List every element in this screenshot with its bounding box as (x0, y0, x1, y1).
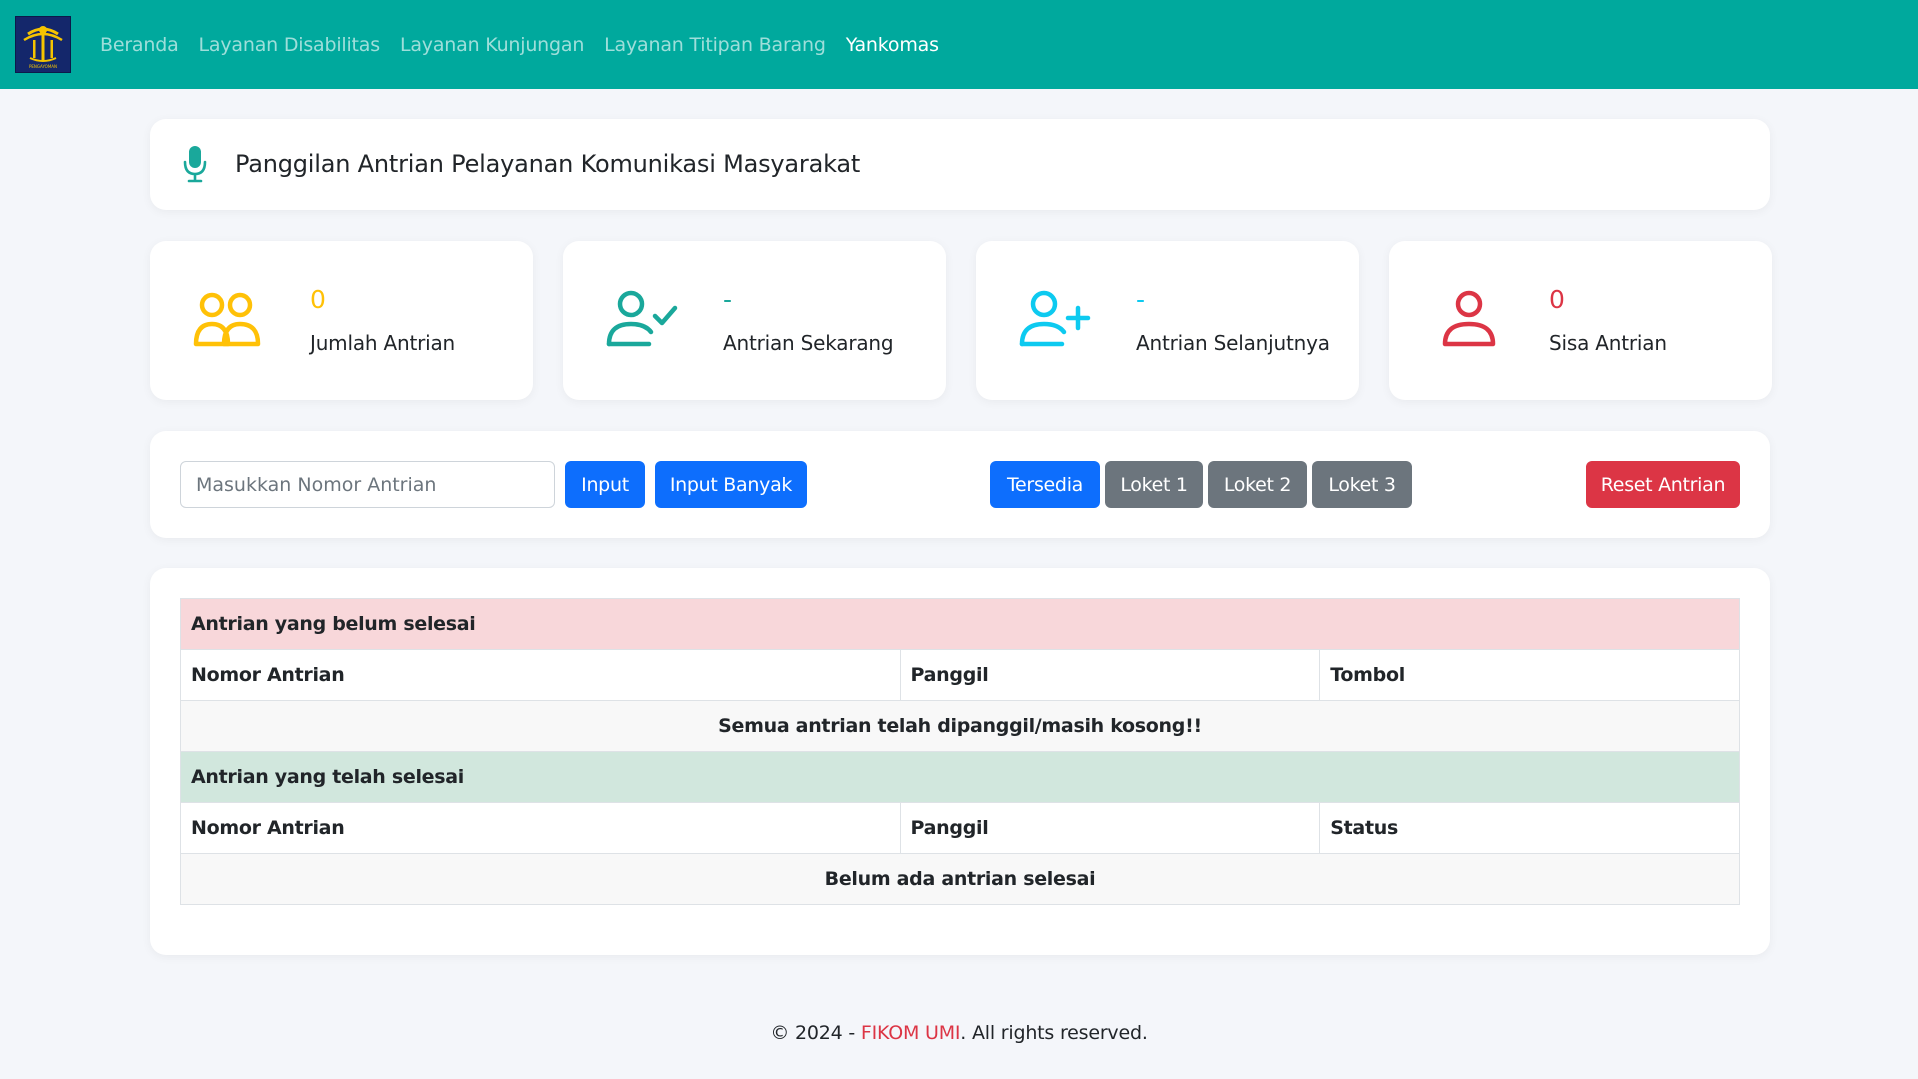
nav-item-beranda[interactable]: Beranda (100, 34, 179, 56)
footer-prefix: © 2024 - (770, 1022, 861, 1044)
queue-controls-card: Input Input Banyak Tersedia Loket 1 Loke… (150, 431, 1770, 538)
reset-queue-button[interactable]: Reset Antrian (1586, 461, 1740, 508)
column-header-nomor-antrian: Nomor Antrian (180, 802, 901, 854)
column-header-tombol: Tombol (1319, 649, 1740, 701)
column-header-panggil: Panggil (899, 649, 1321, 701)
column-header-panggil: Panggil (899, 802, 1321, 854)
queue-number-input[interactable] (180, 461, 555, 508)
done-section-title: Antrian yang telah selesai (180, 751, 1740, 803)
done-empty-row: Belum ada antrian selesai (180, 853, 1740, 905)
input-many-button[interactable]: Input Banyak (655, 461, 807, 508)
stat-value: 0 (1549, 285, 1565, 314)
person-check-icon (605, 290, 681, 354)
loket-2-button[interactable]: Loket 2 (1208, 461, 1307, 508)
pending-empty-row: Semua antrian telah dipanggil/masih koso… (180, 700, 1740, 752)
done-empty-message: Belum ada antrian selesai (180, 853, 1740, 905)
pending-section-title: Antrian yang belum selesai (180, 598, 1740, 650)
logo-text: PENGAYOMAN (29, 64, 57, 69)
page-title-card: Panggilan Antrian Pelayanan Komunikasi M… (150, 119, 1770, 210)
microphone-icon (182, 144, 208, 188)
queue-table-card: Antrian yang belum selesai Nomor Antrian… (150, 568, 1770, 955)
loket-3-button[interactable]: Loket 3 (1312, 461, 1412, 508)
pending-column-headers: Nomor Antrian Panggil Tombol (180, 649, 1740, 701)
queue-table: Antrian yang belum selesai Nomor Antrian… (180, 598, 1740, 905)
footer: © 2024 - FIKOM UMI. All rights reserved. (0, 1022, 1918, 1044)
stat-card-jumlah-antrian: 0 Jumlah Antrian (150, 241, 533, 400)
pending-empty-message: Semua antrian telah dipanggil/masih koso… (180, 700, 1740, 752)
pengayoman-logo[interactable]: PENGAYOMAN (15, 16, 71, 73)
stat-value: 0 (310, 285, 326, 314)
pending-section-header: Antrian yang belum selesai (180, 598, 1740, 650)
stat-label: Antrian Selanjutnya (1136, 331, 1330, 355)
stat-value: - (723, 285, 733, 314)
stat-card-antrian-selanjutnya: - Antrian Selanjutnya (976, 241, 1359, 400)
stat-label: Antrian Sekarang (723, 331, 894, 355)
footer-brand-link[interactable]: FIKOM UMI (861, 1022, 961, 1044)
page-title: Panggilan Antrian Pelayanan Komunikasi M… (235, 150, 861, 178)
loket-1-button[interactable]: Loket 1 (1105, 461, 1203, 508)
input-button[interactable]: Input (565, 461, 645, 508)
stat-value: - (1136, 285, 1146, 314)
column-header-status: Status (1319, 802, 1740, 854)
column-header-nomor-antrian: Nomor Antrian (180, 649, 901, 701)
nav-links: Beranda Layanan Disabilitas Layanan Kunj… (100, 0, 959, 89)
top-navbar: PENGAYOMAN Beranda Layanan Disabilitas L… (0, 0, 1918, 89)
person-icon (1431, 290, 1507, 354)
nav-item-layanan-titipan-barang[interactable]: Layanan Titipan Barang (604, 34, 826, 56)
stat-label: Sisa Antrian (1549, 331, 1667, 355)
done-section-header: Antrian yang telah selesai (180, 751, 1740, 803)
footer-suffix: . All rights reserved. (960, 1022, 1148, 1044)
people-icon (192, 290, 268, 354)
stat-card-sisa-antrian: 0 Sisa Antrian (1389, 241, 1772, 400)
nav-item-yankomas[interactable]: Yankomas (846, 34, 939, 56)
person-plus-icon (1018, 290, 1094, 354)
nav-item-layanan-kunjungan[interactable]: Layanan Kunjungan (400, 34, 584, 56)
status-tersedia-button[interactable]: Tersedia (990, 461, 1100, 508)
nav-item-layanan-disabilitas[interactable]: Layanan Disabilitas (199, 34, 381, 56)
logo-emblem-icon: PENGAYOMAN (23, 25, 63, 69)
done-column-headers: Nomor Antrian Panggil Status (180, 802, 1740, 854)
stat-label: Jumlah Antrian (310, 331, 456, 355)
stat-card-antrian-sekarang: - Antrian Sekarang (563, 241, 946, 400)
